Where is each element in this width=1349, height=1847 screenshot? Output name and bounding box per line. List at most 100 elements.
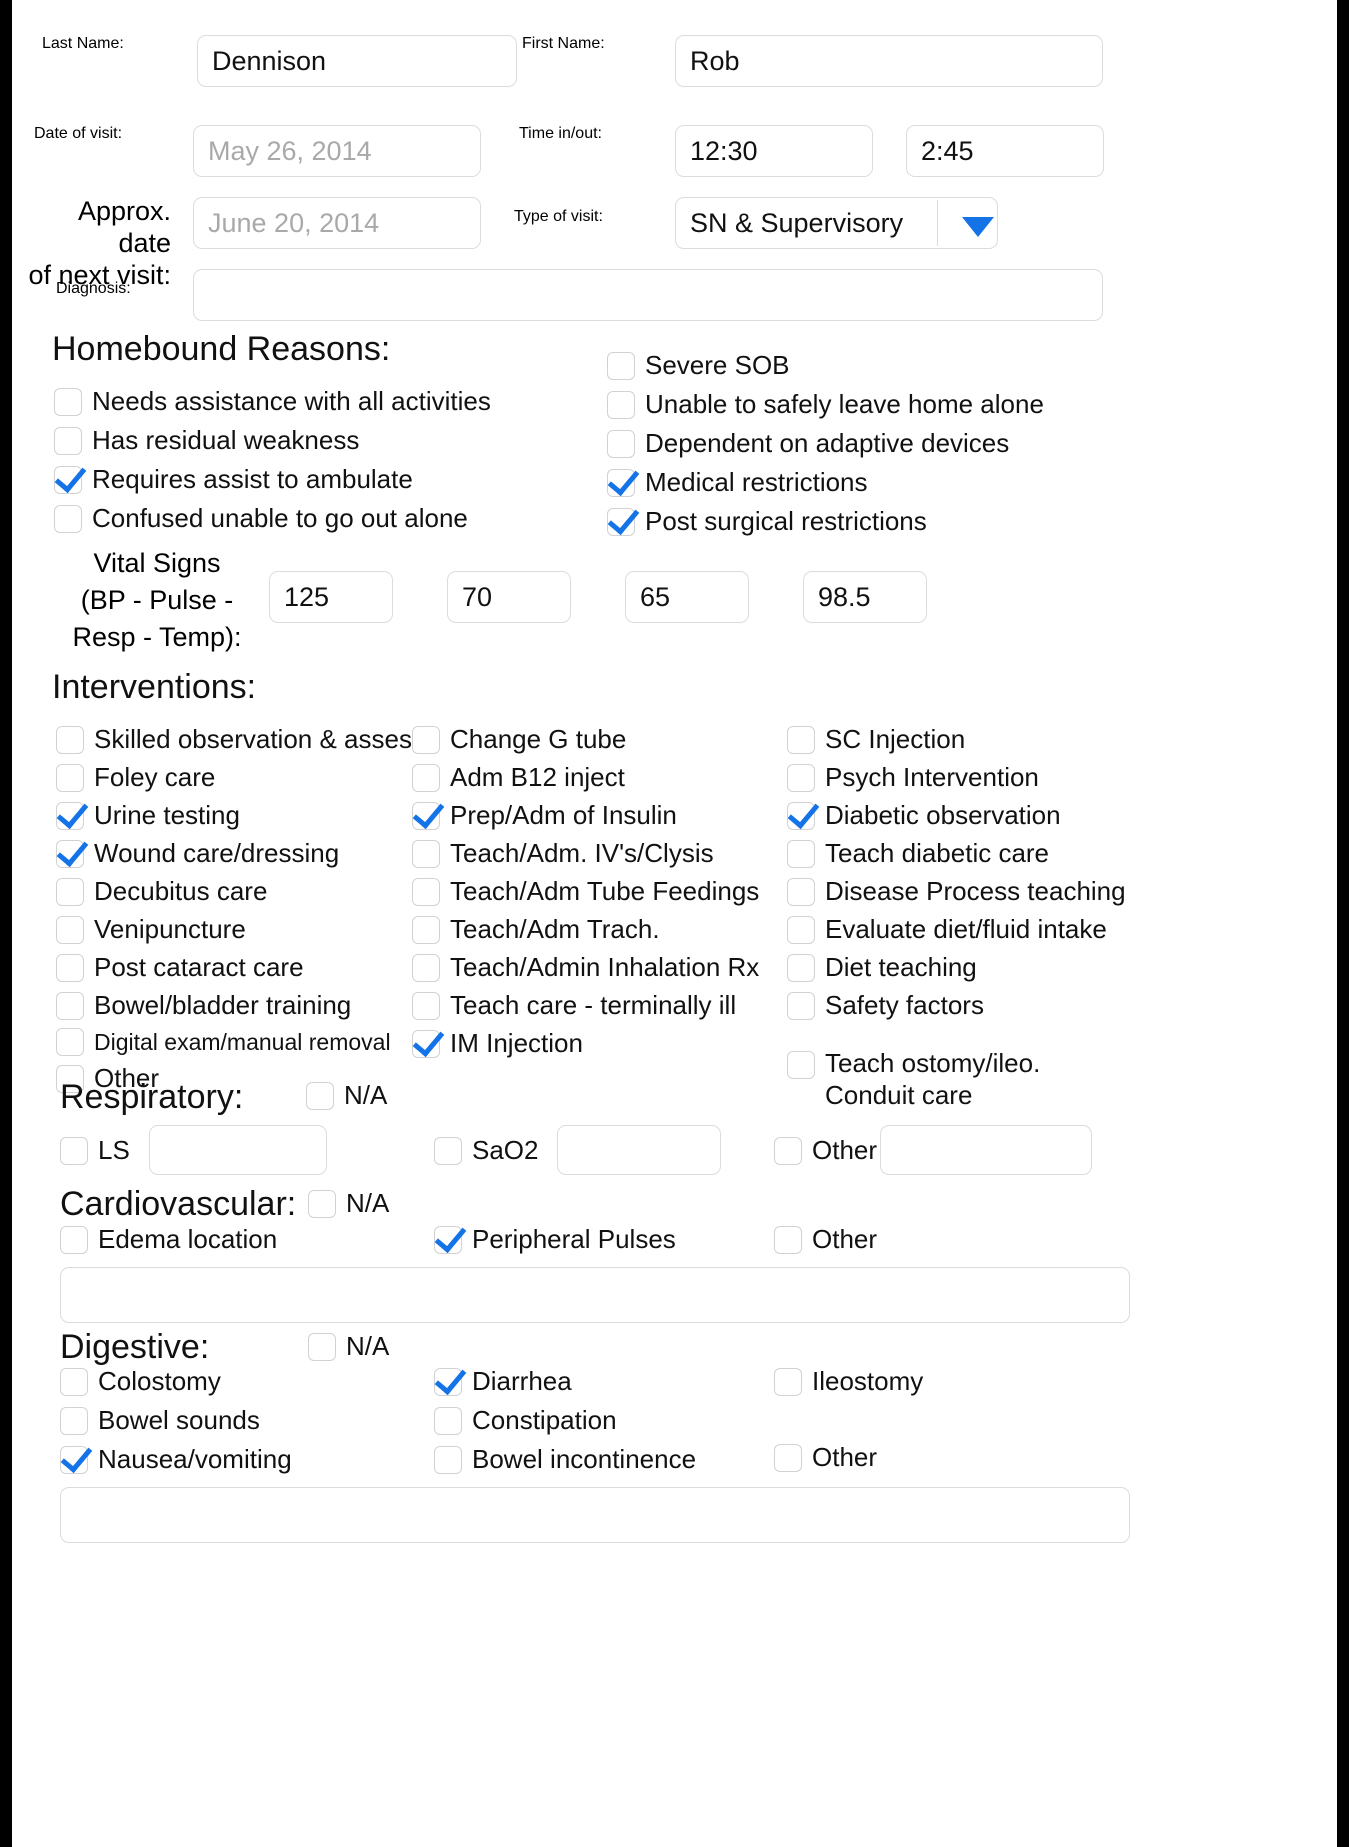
cardiovascular-na[interactable]: N/A xyxy=(308,1188,389,1219)
checkbox-peripheral-pulses[interactable] xyxy=(434,1225,462,1254)
checkbox-skilled-observation[interactable] xyxy=(56,725,84,754)
digestive-item[interactable]: Colostomy xyxy=(60,1366,292,1397)
checkbox-safety-factors[interactable] xyxy=(787,991,815,1020)
time-in-input[interactable]: 12:30 xyxy=(675,125,873,177)
checkbox-diarrhea[interactable] xyxy=(434,1367,462,1396)
intervention-item[interactable]: Teach/Adm Trach. xyxy=(412,914,759,945)
checkbox-im-injection[interactable] xyxy=(412,1029,440,1058)
checkbox-urine-testing[interactable] xyxy=(56,801,84,830)
intervention-item[interactable]: Diet teaching xyxy=(787,952,1126,983)
vital-pulse-input[interactable]: 65 xyxy=(625,571,749,623)
homebound-item[interactable]: Needs assistance with all activities xyxy=(54,386,491,417)
digestive-item[interactable]: Other xyxy=(774,1442,923,1473)
homebound-item[interactable]: Has residual weakness xyxy=(54,425,491,456)
checkbox-cardiovascular-na[interactable] xyxy=(308,1189,336,1218)
checkbox-evaluate-diet-fluid-intake[interactable] xyxy=(787,915,815,944)
checkbox-needs-assistance[interactable] xyxy=(54,387,82,416)
date-of-visit-input[interactable]: May 26, 2014 xyxy=(193,125,481,177)
intervention-item[interactable]: Teach/Adm Tube Feedings xyxy=(412,876,759,907)
first-name-input[interactable]: Rob xyxy=(675,35,1103,87)
digestive-item[interactable]: Bowel incontinence xyxy=(434,1444,696,1475)
checkbox-colostomy[interactable] xyxy=(60,1367,88,1396)
intervention-item[interactable]: Teach/Adm. IV's/Clysis xyxy=(412,838,759,869)
next-visit-input[interactable]: June 20, 2014 xyxy=(193,197,481,249)
checkbox-digital-exam-manual-removal[interactable] xyxy=(56,1028,84,1056)
checkbox-teach-diabetic-care[interactable] xyxy=(787,839,815,868)
intervention-item[interactable]: Venipuncture xyxy=(56,914,425,945)
checkbox-digestive-na[interactable] xyxy=(308,1332,336,1361)
respiratory-na[interactable]: N/A xyxy=(306,1080,387,1111)
checkbox-teach-adm-iv-clysis[interactable] xyxy=(412,839,440,868)
checkbox-unable-leave-home[interactable] xyxy=(607,390,635,419)
checkbox-nausea-vomiting[interactable] xyxy=(60,1445,88,1474)
checkbox-teach-care-terminally-ill[interactable] xyxy=(412,991,440,1020)
checkbox-ileostomy[interactable] xyxy=(774,1367,802,1396)
checkbox-digestive-other[interactable] xyxy=(774,1443,802,1472)
intervention-item[interactable]: Skilled observation & assess xyxy=(56,724,425,755)
intervention-item[interactable]: Bowel/bladder training xyxy=(56,990,425,1021)
digestive-item[interactable]: Diarrhea xyxy=(434,1366,696,1397)
checkbox-severe-sob[interactable] xyxy=(607,351,635,380)
checkbox-bowel-sounds[interactable] xyxy=(60,1406,88,1435)
checkbox-post-surgical-restrictions[interactable] xyxy=(607,507,635,536)
intervention-item[interactable]: Decubitus care xyxy=(56,876,425,907)
sao2-input[interactable] xyxy=(557,1125,721,1175)
intervention-item[interactable]: Diabetic observation xyxy=(787,800,1126,831)
homebound-item[interactable]: Post surgical restrictions xyxy=(607,506,1044,537)
intervention-item[interactable]: SC Injection xyxy=(787,724,1126,755)
intervention-item[interactable]: Evaluate diet/fluid intake xyxy=(787,914,1126,945)
checkbox-edema-location[interactable] xyxy=(60,1225,88,1254)
respiratory-ls[interactable]: LS xyxy=(60,1135,130,1166)
chevron-down-icon[interactable] xyxy=(960,215,996,244)
intervention-item[interactable]: Safety factors xyxy=(787,990,1126,1021)
homebound-item[interactable]: Medical restrictions xyxy=(607,467,1044,498)
checkbox-respiratory-other[interactable] xyxy=(774,1136,802,1165)
checkbox-bowel-bladder-training[interactable] xyxy=(56,991,84,1020)
vital-temp-input[interactable]: 98.5 xyxy=(803,571,927,623)
checkbox-teach-adm-tube-feedings[interactable] xyxy=(412,877,440,906)
vital-bp-systolic-input[interactable]: 125 xyxy=(269,571,393,623)
intervention-item[interactable]: Psych Intervention xyxy=(787,762,1126,793)
checkbox-post-cataract-care[interactable] xyxy=(56,953,84,982)
last-name-input[interactable]: Dennison xyxy=(197,35,517,87)
homebound-item[interactable]: Dependent on adaptive devices xyxy=(607,428,1044,459)
vital-bp-diastolic-input[interactable]: 70 xyxy=(447,571,571,623)
intervention-item[interactable]: Prep/Adm of Insulin xyxy=(412,800,759,831)
checkbox-venipuncture[interactable] xyxy=(56,915,84,944)
checkbox-teach-admin-inhalation-rx[interactable] xyxy=(412,953,440,982)
checkbox-adm-b12-inject[interactable] xyxy=(412,763,440,792)
checkbox-dependent-adaptive[interactable] xyxy=(607,429,635,458)
intervention-item[interactable]: Teach care - terminally ill xyxy=(412,990,759,1021)
intervention-item[interactable]: Urine testing xyxy=(56,800,425,831)
digestive-item[interactable]: Ileostomy xyxy=(774,1366,923,1397)
checkbox-disease-process-teaching[interactable] xyxy=(787,877,815,906)
ls-input[interactable] xyxy=(149,1125,327,1175)
checkbox-respiratory-na[interactable] xyxy=(306,1081,334,1110)
homebound-item[interactable]: Confused unable to go out alone xyxy=(54,503,491,534)
checkbox-decubitus-care[interactable] xyxy=(56,877,84,906)
checkbox-teach-ostomy-ileo-conduit-care[interactable] xyxy=(787,1051,815,1079)
checkbox-cardiovascular-other[interactable] xyxy=(774,1225,802,1254)
time-out-input[interactable]: 2:45 xyxy=(906,125,1104,177)
checkbox-ls[interactable] xyxy=(60,1136,88,1165)
digestive-notes-input[interactable] xyxy=(60,1487,1130,1543)
respiratory-other[interactable]: Other xyxy=(774,1135,877,1166)
intervention-item[interactable]: IM Injection xyxy=(412,1028,759,1059)
cardiovascular-notes-input[interactable] xyxy=(60,1267,1130,1323)
intervention-item[interactable]: Disease Process teaching xyxy=(787,876,1126,907)
cardiovascular-edema[interactable]: Edema location xyxy=(60,1224,277,1255)
intervention-item[interactable]: Teach diabetic care xyxy=(787,838,1126,869)
checkbox-foley-care[interactable] xyxy=(56,763,84,792)
intervention-item[interactable]: Teach/Admin Inhalation Rx xyxy=(412,952,759,983)
digestive-item[interactable]: Constipation xyxy=(434,1405,696,1436)
cardiovascular-pulses[interactable]: Peripheral Pulses xyxy=(434,1224,676,1255)
checkbox-confused-unable-out[interactable] xyxy=(54,504,82,533)
digestive-item[interactable]: Bowel sounds xyxy=(60,1405,292,1436)
checkbox-residual-weakness[interactable] xyxy=(54,426,82,455)
checkbox-constipation[interactable] xyxy=(434,1406,462,1435)
digestive-na[interactable]: N/A xyxy=(308,1331,389,1362)
cardiovascular-other[interactable]: Other xyxy=(774,1224,877,1255)
checkbox-prep-adm-insulin[interactable] xyxy=(412,801,440,830)
respiratory-sao2[interactable]: SaO2 xyxy=(434,1135,539,1166)
homebound-item[interactable]: Severe SOB xyxy=(607,350,1044,381)
